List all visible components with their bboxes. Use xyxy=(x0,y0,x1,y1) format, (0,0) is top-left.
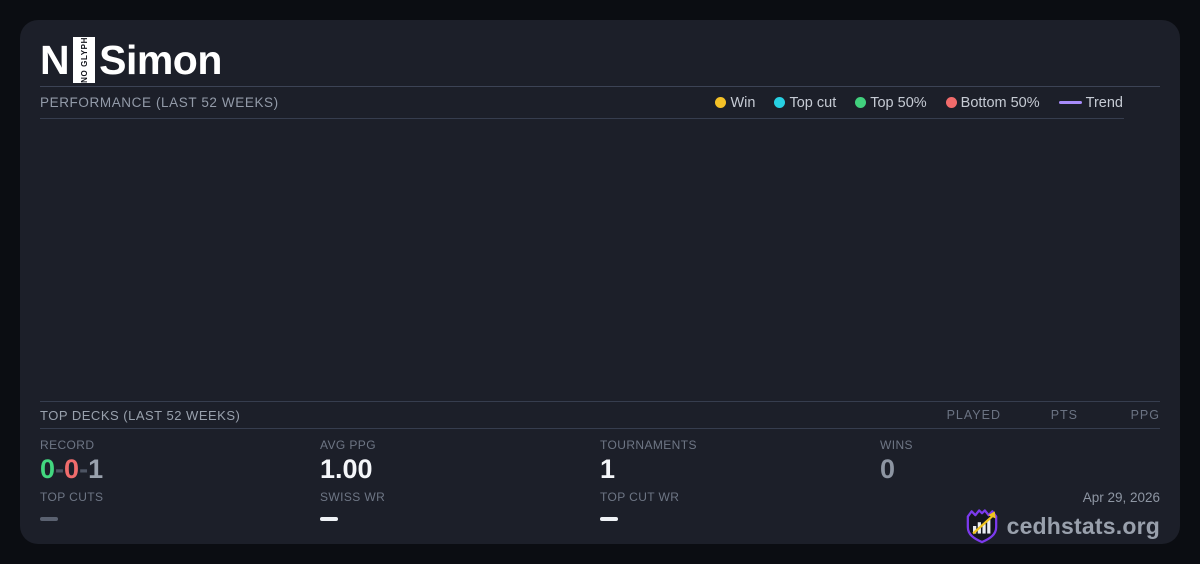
empty-value-dash xyxy=(320,517,338,521)
empty-value-dash xyxy=(40,517,58,521)
legend-item-top-cut: Top cut xyxy=(774,95,836,111)
player-name-prefix: N xyxy=(40,36,70,83)
legend-item-top-50: Top 50% xyxy=(855,94,927,111)
trend-line-icon xyxy=(1058,101,1082,104)
performance-heading: PERFORMANCE (LAST 52 WEEKS) xyxy=(40,95,279,110)
column-header-pts: PTS xyxy=(1050,408,1078,422)
legend-label: Top 50% xyxy=(870,94,927,111)
column-header-ppg: PPG xyxy=(1130,408,1160,422)
stats-grid: RECORD 0-0-1 AVG PPG 1.00 TOURNAMENTS 1 … xyxy=(40,429,1160,544)
tournaments-value: 1 xyxy=(600,454,616,484)
top-decks-heading: TOP DECKS (LAST 52 WEEKS) xyxy=(40,407,241,423)
player-stats-card: N NO GLYPH Simon PERFORMANCE (LAST 52 WE… xyxy=(20,20,1180,544)
stat-top-cut-wr: TOP CUT WR xyxy=(600,490,880,542)
empty-value-dash xyxy=(600,517,618,521)
legend-label: Trend xyxy=(1085,94,1123,111)
avg-ppg-value: 1.00 xyxy=(320,454,373,484)
player-name-suffix: Simon xyxy=(99,36,222,83)
legend-item-bottom-50: Bottom 50% xyxy=(945,94,1040,111)
stat-label: TOURNAMENTS xyxy=(600,438,697,452)
legend-label: Top cut xyxy=(789,94,837,111)
top-decks-header-row: TOP DECKS (LAST 52 WEEKS) PLAYED PTS PPG xyxy=(40,401,1160,429)
stat-swiss-wr: SWISS WR xyxy=(320,490,600,542)
missing-glyph-box: NO GLYPH xyxy=(73,37,96,83)
performance-chart-area xyxy=(40,119,1160,401)
chart-legend: Win Top cut Top 50% Bottom 50% Trend xyxy=(715,95,1123,111)
win-dot-icon xyxy=(715,97,727,108)
top-decks-column-headers: PLAYED PTS PPG xyxy=(941,408,1160,422)
stat-wins: WINS 0 xyxy=(880,438,1160,490)
stat-top-cuts: TOP CUTS xyxy=(40,490,320,542)
column-header-played: PLAYED xyxy=(946,408,1001,422)
stat-label: WINS xyxy=(880,438,913,452)
wins-value: 0 xyxy=(880,454,896,484)
footer: Apr 29, 2026 cedhstats.org xyxy=(880,490,1160,544)
cedhstats-logo-icon xyxy=(966,509,997,544)
stat-label: RECORD xyxy=(40,438,95,452)
brand-row: cedhstats.org xyxy=(965,508,1160,544)
top-cut-dot-icon xyxy=(774,97,786,108)
bottom-50-dot-icon xyxy=(945,97,957,108)
page-title: N NO GLYPH Simon xyxy=(40,37,222,84)
stat-label: SWISS WR xyxy=(320,490,386,504)
stat-label: TOP CUTS xyxy=(40,490,104,504)
title-row: N NO GLYPH Simon xyxy=(40,34,1160,87)
performance-header-row: PERFORMANCE (LAST 52 WEEKS) Win Top cut … xyxy=(40,87,1160,118)
stat-tournaments: TOURNAMENTS 1 xyxy=(600,438,880,490)
legend-label: Win xyxy=(730,94,756,111)
legend-item-win: Win xyxy=(715,95,755,111)
legend-label: Bottom 50% xyxy=(960,94,1040,111)
brand-name: cedhstats.org xyxy=(1006,512,1160,539)
stat-label: AVG PPG xyxy=(320,438,376,452)
stat-label: TOP CUT WR xyxy=(600,490,680,504)
top-50-dot-icon xyxy=(855,97,867,108)
stat-avg-ppg: AVG PPG 1.00 xyxy=(320,438,600,490)
generated-date: Apr 29, 2026 xyxy=(1082,490,1160,505)
legend-item-trend: Trend xyxy=(1058,94,1123,111)
record-value: 0-0-1 xyxy=(40,454,104,484)
stat-record: RECORD 0-0-1 xyxy=(40,438,320,490)
